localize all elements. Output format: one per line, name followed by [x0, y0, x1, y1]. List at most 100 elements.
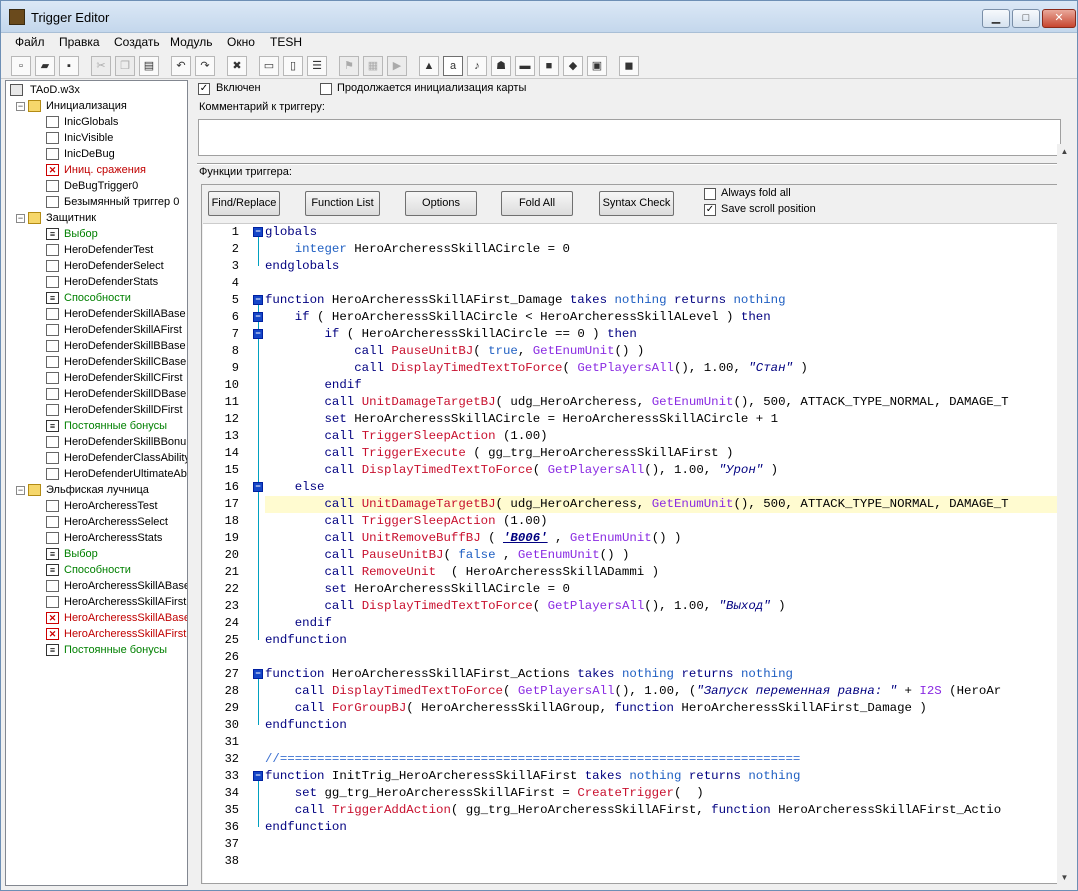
code-line[interactable]: endglobals — [265, 258, 1069, 275]
campaign-editor-icon[interactable]: ▬ — [515, 56, 535, 76]
menu-module[interactable]: Модуль — [170, 35, 213, 49]
fold-toggle-icon[interactable]: − — [253, 771, 263, 781]
code-line[interactable] — [265, 836, 1069, 853]
code-line[interactable]: set HeroArcheressSkillACircle = HeroArch… — [265, 411, 1069, 428]
code-line[interactable]: else — [265, 479, 1069, 496]
code-line[interactable] — [265, 275, 1069, 292]
fold-margin[interactable]: − − − − − − − — [253, 224, 265, 883]
fold-toggle-icon[interactable]: − — [253, 312, 263, 322]
object-manager-icon[interactable]: ◆ — [563, 56, 583, 76]
new-condition-icon[interactable]: ⚑ — [339, 56, 359, 76]
trigger-tree[interactable]: TAoD.w3x − Инициализация InicGlobals InicVi… — [5, 80, 188, 886]
new-trigger-icon[interactable]: ▯ — [283, 56, 303, 76]
code-line[interactable]: endfunction — [265, 819, 1069, 836]
fold-all-button[interactable]: Fold All — [501, 191, 573, 216]
code-line[interactable]: call UnitRemoveBuffBJ ( 'B006' , GetEnum… — [265, 530, 1069, 547]
code-line[interactable] — [265, 734, 1069, 751]
scroll-up-icon[interactable]: ▲ — [1057, 144, 1072, 159]
code-line[interactable]: call ForGroupBJ( HeroArcheressSkillAGrou… — [265, 700, 1069, 717]
code-line[interactable]: call UnitDamageTargetBJ( udg_HeroArchere… — [265, 496, 1069, 513]
comment-field[interactable] — [198, 119, 1061, 156]
collapse-icon[interactable]: − — [16, 102, 25, 111]
code-line[interactable]: endif — [265, 377, 1069, 394]
code-line[interactable]: globals — [265, 224, 1069, 241]
menu-tesh[interactable]: TESH — [270, 35, 302, 49]
code-line[interactable]: call TriggerExecute ( gg_trg_HeroArchere… — [265, 445, 1069, 462]
syntax-check-button[interactable]: Syntax Check — [599, 191, 674, 216]
menu-edit[interactable]: Правка — [59, 35, 100, 49]
code-line[interactable]: set gg_trg_HeroArcheressSkillAFirst = Cr… — [265, 785, 1069, 802]
copy-icon[interactable]: ❐ — [115, 56, 135, 76]
code-line[interactable]: call DisplayTimedTextToForce( GetPlayers… — [265, 462, 1069, 479]
options-button[interactable]: Options — [405, 191, 477, 216]
ai-editor-icon[interactable]: ■ — [539, 56, 559, 76]
find-replace-button[interactable]: Find/Replace — [208, 191, 280, 216]
undo-icon[interactable]: ↶ — [171, 56, 191, 76]
code-line[interactable]: if ( HeroArcheressSkillACircle == 0 ) th… — [265, 326, 1069, 343]
code-line[interactable]: integer HeroArcheressSkillACircle = 0 — [265, 241, 1069, 258]
paste-icon[interactable]: ▤ — [139, 56, 159, 76]
sound-editor-icon[interactable]: ♪ — [467, 56, 487, 76]
test-map-icon[interactable]: ▶ — [387, 56, 407, 76]
open-folder-icon[interactable]: ▰ — [35, 56, 55, 76]
always-fold-checkbox[interactable] — [704, 188, 716, 200]
code-line[interactable]: function HeroArcheressSkillAFirst_Damage… — [265, 292, 1069, 309]
close-button[interactable]: ✕ — [1042, 9, 1076, 28]
fold-toggle-icon[interactable]: − — [253, 295, 263, 305]
code-line[interactable]: call DisplayTimedTextToForce( GetPlayers… — [265, 683, 1069, 700]
code-line[interactable] — [265, 853, 1069, 870]
code-line[interactable]: endfunction — [265, 632, 1069, 649]
code-line[interactable]: function HeroArcheressSkillAFirst_Action… — [265, 666, 1069, 683]
new-icon[interactable]: ▫ — [11, 56, 31, 76]
delete-icon[interactable]: ✖ — [227, 56, 247, 76]
fold-toggle-icon[interactable]: − — [253, 482, 263, 492]
code-line[interactable]: call TriggerAddAction( gg_trg_HeroArcher… — [265, 802, 1069, 819]
continues-init-checkbox[interactable] — [320, 83, 332, 95]
code-line[interactable]: endfunction — [265, 717, 1069, 734]
code-line[interactable]: call TriggerSleepAction (1.00) — [265, 428, 1069, 445]
code-line[interactable]: call PauseUnitBJ( false , GetEnumUnit() … — [265, 547, 1069, 564]
fold-toggle-icon[interactable]: − — [253, 329, 263, 339]
code-line[interactable]: set HeroArcheressSkillACircle = 0 — [265, 581, 1069, 598]
code-line[interactable]: call DisplayTimedTextToForce( GetPlayers… — [265, 360, 1069, 377]
code-line[interactable]: call RemoveUnit ( HeroArcheressSkillADam… — [265, 564, 1069, 581]
code-editor[interactable]: 1 2 3 4 5 6 7 8 9 10 11 12 13 14 15 16 17 18 19 20 21 22 23 24 2… — [203, 223, 1069, 883]
menu-file[interactable]: Файл — [15, 35, 45, 49]
fold-toggle-icon[interactable]: − — [253, 227, 263, 237]
code-line[interactable]: call TriggerSleepAction (1.00) — [265, 513, 1069, 530]
new-action-icon[interactable]: ▦ — [363, 56, 383, 76]
terrain-editor-icon[interactable]: ▲ — [419, 56, 439, 76]
scroll-down-icon[interactable]: ▼ — [1057, 870, 1072, 885]
collapse-icon[interactable]: − — [16, 486, 25, 495]
new-event-icon[interactable]: ☰ — [307, 56, 327, 76]
code-line[interactable] — [265, 649, 1069, 666]
save-scroll-checkbox[interactable]: ✓ — [704, 204, 716, 216]
function-list-button[interactable]: Function List — [305, 191, 380, 216]
maximize-button[interactable]: □ — [1012, 9, 1040, 28]
new-category-icon[interactable]: ▭ — [259, 56, 279, 76]
trigger-editor-icon[interactable]: a — [443, 56, 463, 76]
cut-icon[interactable]: ✂ — [91, 56, 111, 76]
enabled-checkbox[interactable]: ✓ — [198, 83, 210, 95]
menu-create[interactable]: Создать — [114, 35, 160, 49]
minimize-button[interactable]: ▁ — [982, 9, 1010, 28]
module-icon[interactable]: ◼ — [619, 56, 639, 76]
fold-toggle-icon[interactable]: − — [253, 669, 263, 679]
code-line[interactable]: call PauseUnitBJ( true, GetEnumUnit() ) — [265, 343, 1069, 360]
code-line[interactable]: endif — [265, 615, 1069, 632]
menu-window[interactable]: Окно — [227, 35, 255, 49]
redo-icon[interactable]: ↷ — [195, 56, 215, 76]
code-scrollbar[interactable]: ▲ ▼ — [1057, 144, 1072, 885]
code-line[interactable]: call DisplayTimedTextToForce( GetPlayers… — [265, 598, 1069, 615]
line-number: 32 — [224, 752, 239, 766]
code-line[interactable]: function InitTrig_HeroArcheressSkillAFir… — [265, 768, 1069, 785]
import-manager-icon[interactable]: ▣ — [587, 56, 607, 76]
save-icon[interactable]: ▪ — [59, 56, 79, 76]
line-number: 31 — [224, 735, 239, 749]
code-line[interactable]: if ( HeroArcheressSkillACircle < HeroArc… — [265, 309, 1069, 326]
object-editor-icon[interactable]: ☗ — [491, 56, 511, 76]
code-line[interactable]: call UnitDamageTargetBJ( udg_HeroArchere… — [265, 394, 1069, 411]
splitter[interactable] — [197, 163, 1070, 165]
code-line[interactable]: //======================================… — [265, 751, 1069, 768]
collapse-icon[interactable]: − — [16, 214, 25, 223]
